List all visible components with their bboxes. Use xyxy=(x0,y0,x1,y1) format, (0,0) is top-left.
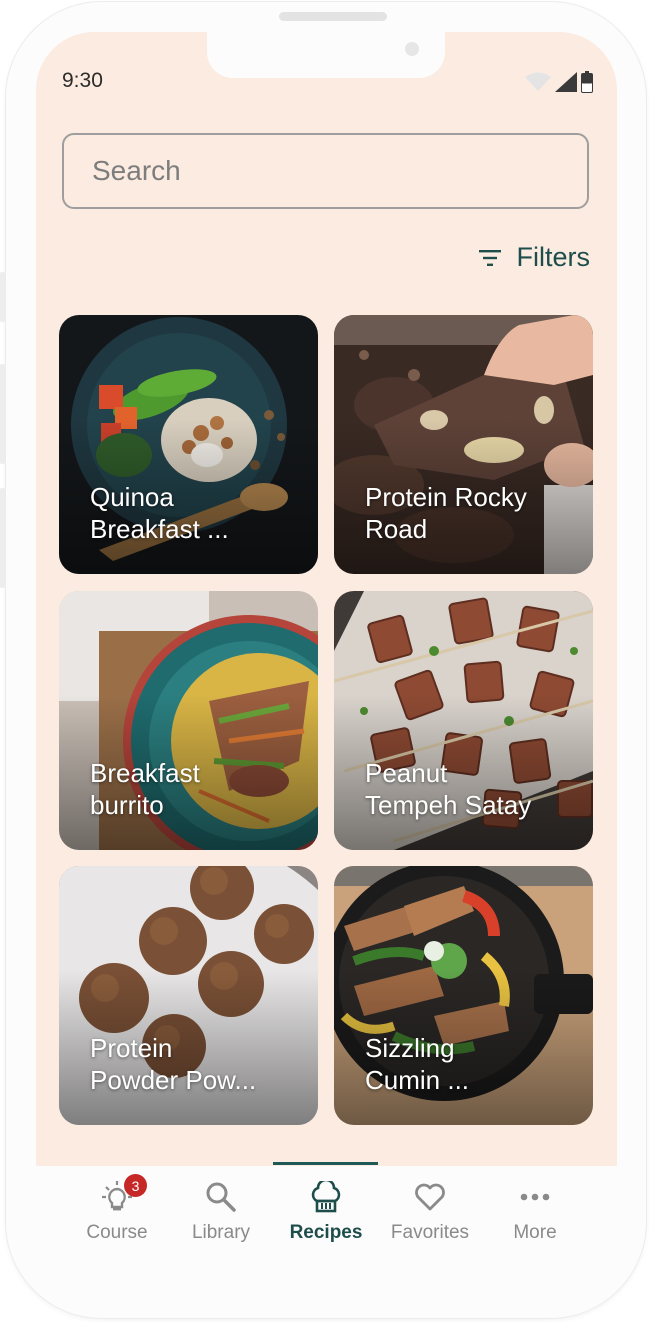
nav-item-library[interactable]: Library xyxy=(169,1166,273,1266)
nav-label: Recipes xyxy=(289,1222,363,1243)
recipe-title: Protein Powder Pow... xyxy=(90,1033,257,1095)
recipe-title: Sizzling Cumin ... xyxy=(365,1033,470,1095)
volume-down-button xyxy=(0,488,5,588)
speaker-slot xyxy=(279,12,387,21)
front-camera xyxy=(405,42,419,56)
nav-label: More xyxy=(513,1222,557,1243)
side-button xyxy=(0,272,5,322)
bottom-navigation: 3 Course Library Recipes Favorites More xyxy=(36,1162,617,1292)
more-dots-icon xyxy=(520,1193,550,1201)
nav-item-favorites[interactable]: Favorites xyxy=(378,1166,482,1266)
search-box[interactable] xyxy=(62,133,589,209)
nav-item-course[interactable]: 3 Course xyxy=(65,1166,169,1266)
recipe-card-breakfast-burrito[interactable]: Breakfast burrito xyxy=(59,591,318,850)
search-icon xyxy=(206,1182,236,1212)
app-screen: 9:30 Filters xyxy=(36,32,617,1292)
cellular-signal-icon xyxy=(555,72,577,92)
nav-label: Library xyxy=(191,1222,251,1243)
recipe-card-protein-rocky-road[interactable]: Protein Rocky Road xyxy=(334,315,593,574)
chef-hat-icon xyxy=(311,1181,341,1213)
filters-button[interactable]: Filters xyxy=(478,242,591,273)
filter-lines-icon xyxy=(478,249,501,266)
recipe-card-protein-powder[interactable]: Protein Powder Pow... xyxy=(59,866,318,1125)
nav-label: Course xyxy=(86,1222,148,1243)
recipe-title: Peanut Tempeh Satay xyxy=(365,758,532,820)
recipe-card-quinoa-breakfast[interactable]: Quinoa Breakfast ... xyxy=(59,315,318,574)
status-time: 9:30 xyxy=(62,69,103,92)
filters-label: Filters xyxy=(516,242,591,272)
wifi-icon xyxy=(525,72,551,91)
status-icons xyxy=(525,70,593,94)
nav-item-recipes[interactable]: Recipes xyxy=(274,1166,378,1266)
search-input[interactable] xyxy=(64,135,587,207)
nav-item-more[interactable]: More xyxy=(483,1166,587,1266)
recipe-card-peanut-tempeh-satay[interactable]: Peanut Tempeh Satay xyxy=(334,591,593,850)
recipe-title: Quinoa Breakfast ... xyxy=(90,482,229,544)
active-tab-indicator xyxy=(273,1162,378,1165)
notification-badge: 3 xyxy=(124,1174,147,1197)
nav-label: Favorites xyxy=(390,1222,470,1243)
recipe-title: Protein Rocky Road xyxy=(365,482,527,544)
recipe-card-sizzling-cumin[interactable]: Sizzling Cumin ... xyxy=(334,866,593,1125)
battery-icon xyxy=(581,71,593,93)
volume-up-button xyxy=(0,364,5,464)
notch xyxy=(207,32,445,78)
recipe-title: Breakfast burrito xyxy=(90,758,200,820)
heart-icon xyxy=(415,1183,445,1211)
